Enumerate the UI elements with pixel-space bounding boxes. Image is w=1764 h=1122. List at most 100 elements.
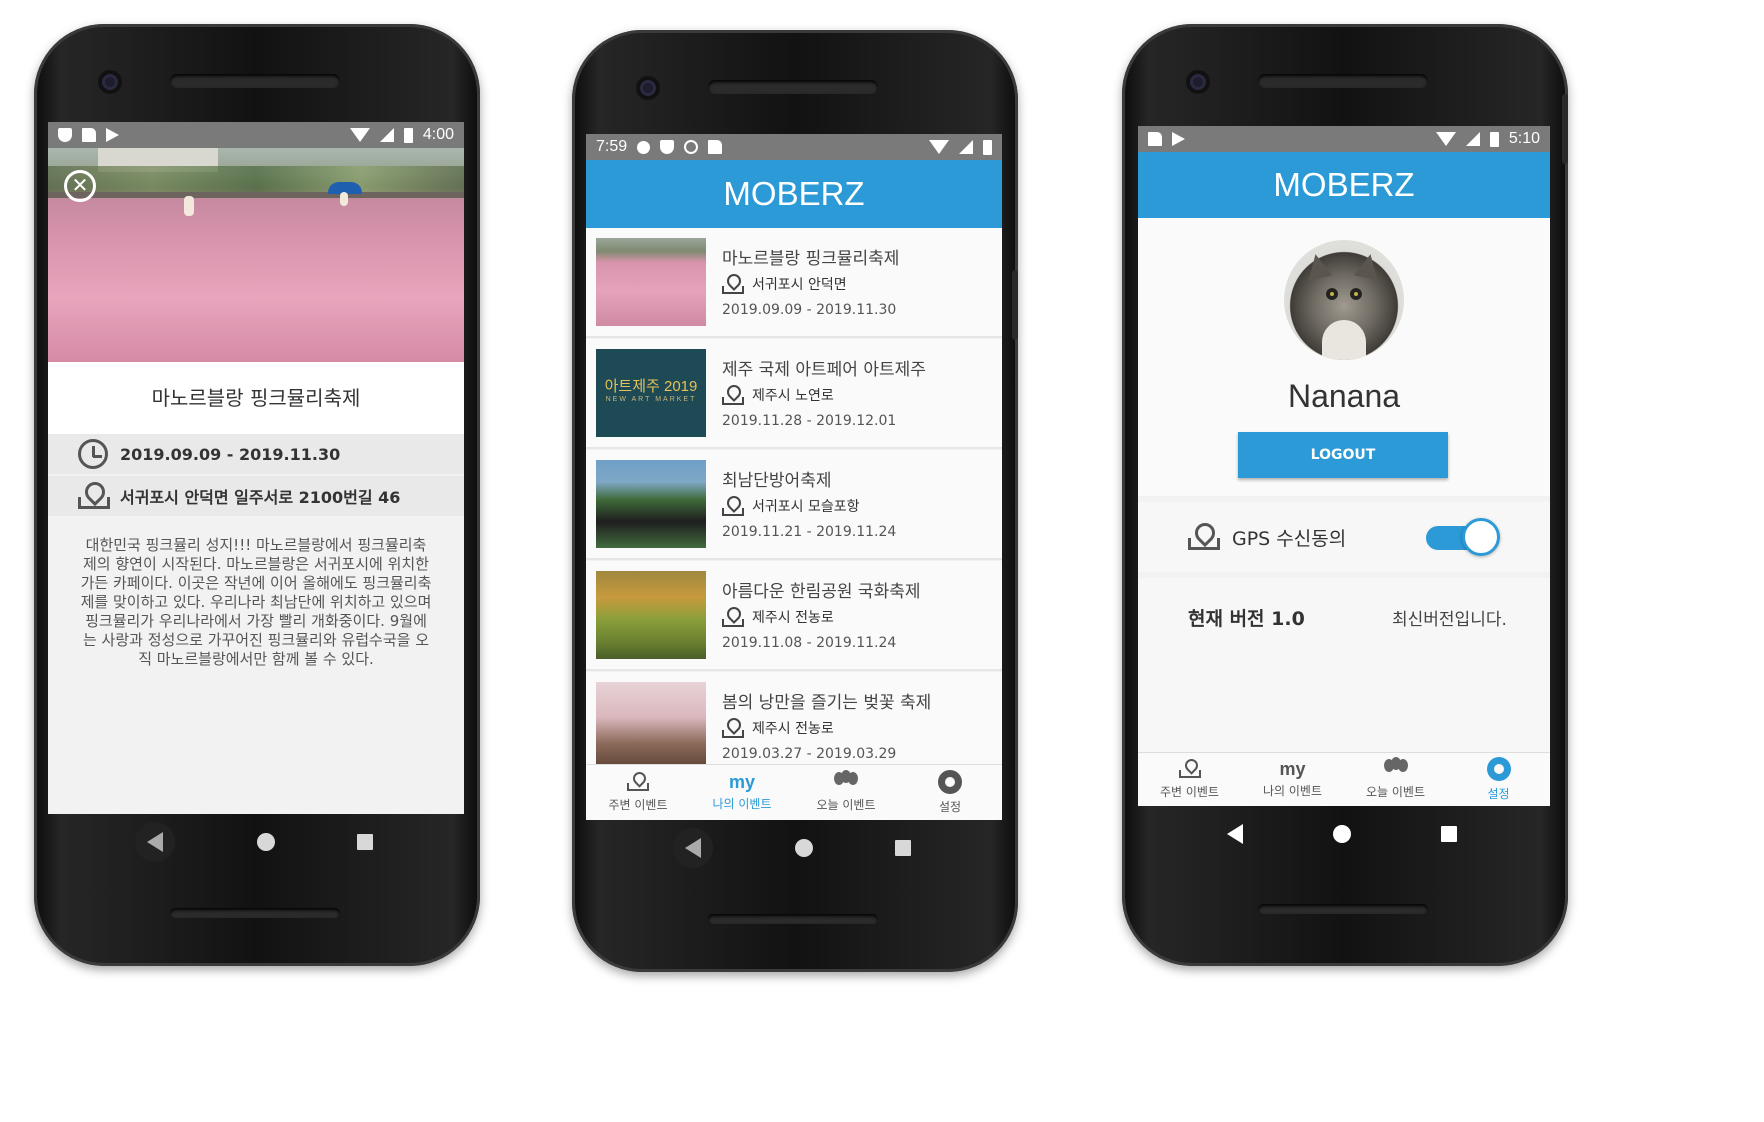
front-camera	[636, 76, 660, 100]
username: Nanana	[1287, 378, 1401, 414]
volume-button	[1562, 94, 1568, 164]
logout-button[interactable]: LOGOUT	[1238, 432, 1448, 478]
screen: 4:00 ✕ 마노르블랑 핑크뮬리축제 2019.09.09 - 2019.11…	[48, 122, 464, 814]
phone-settings: 5:10 MOBERZ Nanana LOGOUT GPS 수신동의 현재 버전…	[1122, 24, 1568, 966]
screen: 7:59 MOBERZ 마노르블랑 핑크뮬리축제 서귀포시 안덕면 2019.0…	[586, 134, 1002, 820]
tab-today-events[interactable]: 오늘 이벤트	[794, 765, 898, 820]
status-bar: 4:00	[48, 122, 464, 148]
sd-card-icon	[82, 128, 96, 142]
my-text-icon: my	[728, 772, 755, 792]
bottom-tab-bar: 주변 이벤트 my 나의 이벤트 오늘 이벤트 설정	[1138, 752, 1550, 806]
event-title: 제주 국제 아트페어 아트제주	[722, 360, 926, 380]
gear-icon	[1486, 757, 1511, 781]
back-button[interactable]	[1227, 824, 1243, 844]
map-pin-icon	[627, 772, 649, 792]
back-button[interactable]	[673, 828, 713, 868]
bottom-tab-bar: 주변 이벤트 my 나의 이벤트 오늘 이벤트 설정	[586, 764, 1002, 820]
gps-consent-row: GPS 수신동의	[1138, 502, 1550, 572]
tab-label: 나의 이벤트	[712, 797, 772, 811]
avatar-cat-eye	[1326, 288, 1338, 300]
phone-my-events: 7:59 MOBERZ 마노르블랑 핑크뮬리축제 서귀포시 안덕면 2019.0…	[572, 30, 1018, 972]
version-status: 최신버전입니다.	[1392, 609, 1507, 630]
signal-icon	[1465, 132, 1480, 146]
recents-button[interactable]	[357, 834, 373, 850]
event-location: 서귀포시 안덕면	[722, 274, 847, 294]
recents-button[interactable]	[1441, 826, 1457, 842]
list-item[interactable]: 아름다운 한림공원 국화축제 제주시 전농로 2019.11.08 - 2019…	[586, 561, 1002, 671]
tab-settings[interactable]: 설정	[1447, 753, 1550, 806]
avatar-cat-eye	[1350, 288, 1362, 300]
tab-label: 주변 이벤트	[1159, 785, 1219, 799]
event-title: 봄의 낭만을 즐기는 벚꽃 축제	[722, 693, 932, 713]
gps-toggle[interactable]	[1426, 518, 1500, 556]
bottom-speaker	[170, 908, 340, 918]
event-date-row: 2019.09.09 - 2019.11.30	[48, 434, 464, 474]
list-item[interactable]: 아트제주 2019 NEW ART MARKET 제주 국제 아트페어 아트제주…	[586, 339, 1002, 449]
description-line: 제의 향연이 시작된다. 마노르블랑은 서귀포시에 위치한	[82, 555, 429, 573]
event-thumbnail	[596, 238, 706, 326]
event-location-text: 서귀포시 안덕면	[752, 277, 847, 293]
event-location: 제주시 노연로	[722, 385, 834, 405]
signal-icon	[379, 128, 394, 142]
event-thumbnail	[596, 682, 706, 764]
shield-icon	[660, 140, 675, 154]
version-row: 현재 버전 1.0 최신버전입니다.	[1138, 578, 1550, 656]
phone-detail: 4:00 ✕ 마노르블랑 핑크뮬리축제 2019.09.09 - 2019.11…	[34, 24, 480, 966]
event-dates: 2019.11.08 - 2019.11.24	[722, 635, 897, 651]
sync-icon	[684, 140, 699, 154]
tab-nearby-events[interactable]: 주변 이벤트	[586, 765, 690, 820]
bottom-speaker	[708, 914, 878, 924]
play-store-icon	[106, 128, 119, 142]
description-line: 핑크뮬리가 우리나라에서 가장 빨리 개화중이다. 9월에	[85, 612, 427, 630]
front-camera	[1186, 70, 1210, 94]
tab-nearby-events[interactable]: 주변 이벤트	[1138, 753, 1241, 806]
shield-icon	[58, 128, 72, 142]
home-button[interactable]	[257, 833, 275, 851]
tab-label: 주변 이벤트	[608, 798, 668, 812]
home-button[interactable]	[795, 839, 813, 857]
earpiece-speaker	[708, 80, 878, 94]
location-pin-icon	[722, 274, 744, 294]
event-dates: 2019.11.28 - 2019.12.01	[722, 413, 897, 429]
list-item[interactable]: 마노르블랑 핑크뮬리축제 서귀포시 안덕면 2019.09.09 - 2019.…	[586, 228, 1002, 338]
screen: 5:10 MOBERZ Nanana LOGOUT GPS 수신동의 현재 버전…	[1138, 126, 1550, 806]
event-dates: 2019.03.27 - 2019.03.29	[722, 746, 897, 762]
home-button[interactable]	[1333, 825, 1351, 843]
system-nav-bar	[632, 820, 952, 876]
event-dates: 2019.11.21 - 2019.11.24	[722, 524, 897, 540]
location-pin-icon	[722, 607, 744, 627]
event-location-text: 서귀포시 모슬포항	[752, 499, 860, 515]
avatar-cat-chest	[1322, 320, 1366, 360]
event-thumbnail	[596, 571, 706, 659]
event-location: 제주시 전농로	[722, 607, 834, 627]
list-item[interactable]: 최남단방어축제 서귀포시 모슬포항 2019.11.21 - 2019.11.2…	[586, 450, 1002, 560]
event-address-row: 서귀포시 안덕면 일주서로 2100번길 46	[48, 476, 464, 516]
close-icon[interactable]: ✕	[64, 170, 96, 202]
current-version-label: 현재 버전 1.0	[1188, 607, 1305, 630]
event-list[interactable]: 마노르블랑 핑크뮬리축제 서귀포시 안덕면 2019.09.09 - 2019.…	[586, 228, 1002, 764]
history-clock-icon	[78, 439, 108, 469]
tab-today-events[interactable]: 오늘 이벤트	[1344, 753, 1447, 806]
back-button[interactable]	[135, 822, 175, 862]
wifi-icon	[1435, 132, 1456, 146]
tab-my-events[interactable]: my 나의 이벤트	[1241, 753, 1344, 806]
event-location: 서귀포시 모슬포항	[722, 496, 860, 516]
tab-settings[interactable]: 설정	[898, 765, 1002, 820]
tab-my-events[interactable]: my 나의 이벤트	[690, 765, 794, 820]
status-time: 7:59	[596, 138, 628, 155]
event-hero-image: ✕	[48, 148, 464, 362]
hero-person	[340, 192, 348, 206]
event-thumbnail	[596, 460, 706, 548]
status-time: 5:10	[1508, 130, 1540, 147]
event-date-range: 2019.09.09 - 2019.11.30	[120, 444, 341, 464]
event-title: 마노르블랑 핑크뮬리축제	[48, 362, 464, 434]
recents-button[interactable]	[895, 840, 911, 856]
hero-person	[184, 196, 194, 216]
list-item[interactable]: 봄의 낭만을 즐기는 벚꽃 축제 제주시 전농로 2019.03.27 - 20…	[586, 672, 1002, 764]
description-line: 가든 카페이다. 이곳은 작년에 이어 올해에도 핑크뮬리축	[80, 574, 432, 592]
earpiece-speaker	[170, 74, 340, 88]
thumbnail-title: 아트제주 2019	[604, 378, 698, 395]
avatar[interactable]	[1284, 240, 1404, 360]
system-nav-bar	[94, 814, 414, 870]
tab-label: 나의 이벤트	[1262, 784, 1322, 798]
